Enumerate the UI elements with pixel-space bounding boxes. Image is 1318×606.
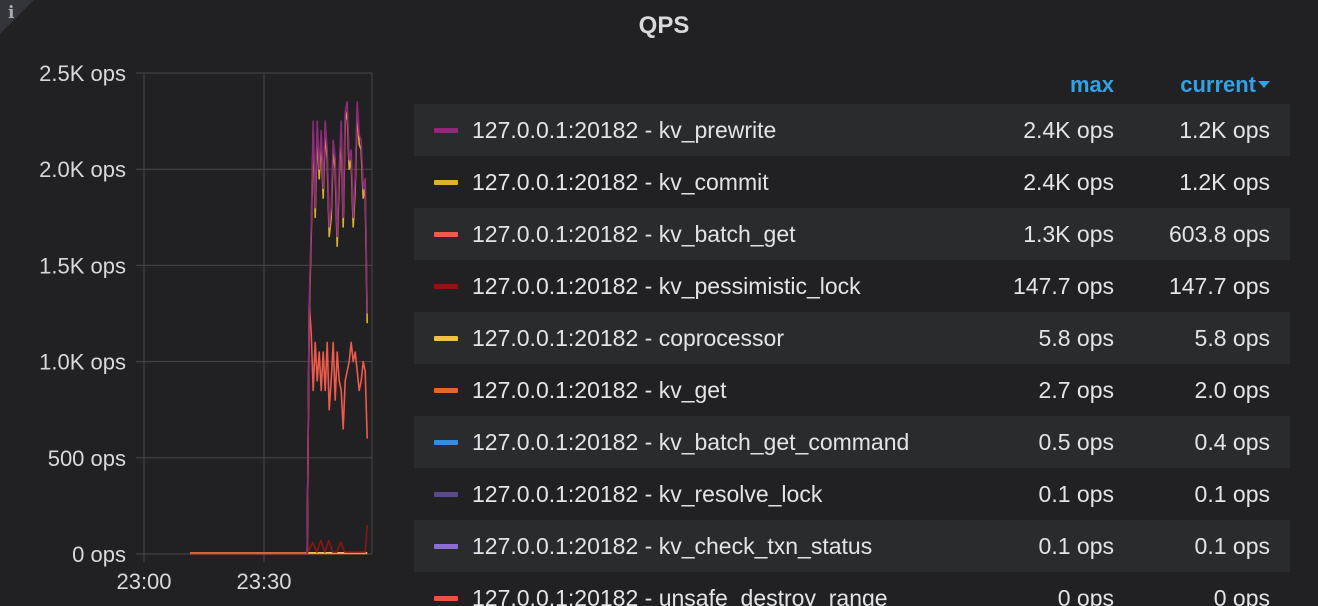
series-color-swatch[interactable] [434,544,458,549]
series-name[interactable]: 127.0.0.1:20182 - kv_batch_get_command [472,429,909,456]
y-tick-label: 2.0K ops [39,157,126,182]
legend-header: max current [414,64,1290,104]
x-tick-label: 23:00 [116,569,171,594]
legend-row[interactable]: 127.0.0.1:20182 - kv_get 2.7 ops 2.0 ops [414,364,1290,416]
legend-row[interactable]: 127.0.0.1:20182 - kv_check_txn_status 0.1… [414,520,1290,572]
series-line [306,101,368,555]
qps-chart[interactable]: 0 ops 500 ops 1.0K ops 1.5K ops 2.0K ops 2.5K… [0,50,400,606]
legend-col-current-label: current [1180,72,1256,97]
series-max-value: 0.1 ops [1038,481,1114,507]
series-current-value: 1.2K ops [1179,117,1270,143]
series-name[interactable]: 127.0.0.1:20182 - kv_prewrite [472,117,776,144]
series-color-swatch[interactable] [434,128,458,133]
series-name[interactable]: 127.0.0.1:20182 - kv_get [472,377,726,404]
series-color-swatch[interactable] [434,440,458,445]
series-name[interactable]: 127.0.0.1:20182 - kv_pessimistic_lock [472,273,861,300]
series-color-swatch[interactable] [434,388,458,393]
series-color-swatch[interactable] [434,180,458,185]
legend-row[interactable]: 127.0.0.1:20182 - kv_prewrite 2.4K ops 1.2… [414,104,1290,156]
series-name[interactable]: 127.0.0.1:20182 - unsafe_destroy_range [472,585,888,606]
series-current-value: 0.4 ops [1194,429,1270,455]
series-name[interactable]: 127.0.0.1:20182 - kv_check_txn_status [472,533,872,560]
legend-row[interactable]: 127.0.0.1:20182 - kv_commit 2.4K ops 1.2K … [414,156,1290,208]
series-current-value: 2.0 ops [1194,377,1270,403]
legend-table: max current 127.0.0.1:20182 - kv_prewrit… [414,64,1290,606]
series-color-swatch[interactable] [434,492,458,497]
y-tick-label: 1.5K ops [39,253,126,278]
series-max-value: 2.4K ops [1023,169,1114,195]
chart-svg[interactable]: 0 ops 500 ops 1.0K ops 1.5K ops 2.0K ops 2.5K… [0,50,400,606]
legend-col-current[interactable]: current [1180,72,1270,98]
series-current-value: 0.1 ops [1194,533,1270,559]
caret-down-icon [1258,80,1270,88]
series-current-value: 0 ops [1213,585,1270,606]
legend-row[interactable]: 127.0.0.1:20182 - kv_pessimistic_lock 147… [414,260,1290,312]
series-line [190,303,368,554]
legend-row[interactable]: 127.0.0.1:20182 - kv_batch_get_command 0.… [414,416,1290,468]
x-tick-label: 23:30 [236,569,291,594]
legend-row[interactable]: 127.0.0.1:20182 - kv_batch_get 1.3K ops 60… [414,208,1290,260]
series-name[interactable]: 127.0.0.1:20182 - kv_commit [472,169,769,196]
series-current-value: 5.8 ops [1194,325,1270,351]
series-color-swatch[interactable] [434,232,458,237]
legend-rows: 127.0.0.1:20182 - kv_prewrite 2.4K ops 1.2… [414,104,1290,606]
series-name[interactable]: 127.0.0.1:20182 - coprocessor [472,325,784,352]
y-tick-label: 500 ops [48,446,126,471]
series-max-value: 1.3K ops [1023,221,1114,247]
y-tick-label: 2.5K ops [39,61,126,86]
series-max-value: 147.7 ops [1012,273,1114,299]
series-name[interactable]: 127.0.0.1:20182 - kv_resolve_lock [472,481,822,508]
panel-title[interactable]: QPS [0,12,1318,40]
y-tick-label: 0 ops [72,542,126,567]
y-tick-label: 1.0K ops [39,350,126,375]
series-color-swatch[interactable] [434,596,458,601]
series-max-value: 0.5 ops [1038,429,1114,455]
series-color-swatch[interactable] [434,284,458,289]
series-max-value: 5.8 ops [1038,325,1114,351]
series-current-value: 147.7 ops [1168,273,1270,299]
series-max-value: 2.4K ops [1023,117,1114,143]
series-max-value: 2.7 ops [1038,377,1114,403]
series-max-value: 0.1 ops [1038,533,1114,559]
series-current-value: 603.8 ops [1168,221,1270,247]
series-line [190,525,368,554]
series-current-value: 0.1 ops [1194,481,1270,507]
series-color-swatch[interactable] [434,336,458,341]
legend-col-max[interactable]: max [1070,72,1114,98]
qps-panel: i QPS 0 ops 500 ops 1.0K ops 1.5K ops 2.0K o… [0,0,1318,606]
legend-row[interactable]: 127.0.0.1:20182 - kv_resolve_lock 0.1 ops… [414,468,1290,520]
series-current-value: 1.2K ops [1179,169,1270,195]
legend-row[interactable]: 127.0.0.1:20182 - coprocessor 5.8 ops 5.8 … [414,312,1290,364]
series-name[interactable]: 127.0.0.1:20182 - kv_batch_get [472,221,796,248]
series-max-value: 0 ops [1057,585,1114,606]
legend-row[interactable]: 127.0.0.1:20182 - unsafe_destroy_range 0 … [414,572,1290,606]
